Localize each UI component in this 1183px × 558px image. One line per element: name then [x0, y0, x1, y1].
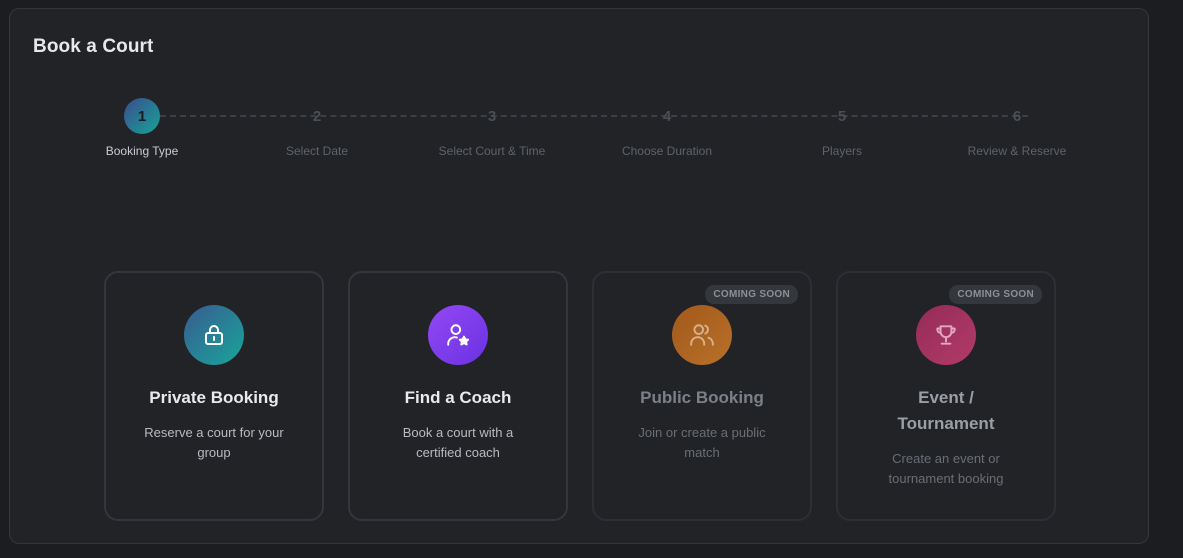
trophy-icon	[916, 305, 976, 365]
private-booking-card[interactable]: Private Booking Reserve a court for your…	[104, 271, 324, 521]
card-title: Private Booking	[149, 388, 279, 407]
card-description: Create an event or tournament booking	[888, 451, 1004, 486]
card-description: Book a court with a certified coach	[402, 425, 514, 460]
step-label: Select Date	[285, 144, 349, 158]
step-label: Choose Duration	[621, 144, 713, 158]
users-icon	[672, 305, 732, 365]
event-tournament-card: COMING SOON Event / Tournament Create an…	[836, 271, 1056, 521]
step-review-reserve[interactable]: 6 Review & Reserve	[942, 98, 1092, 159]
card-description: Join or create a public match	[638, 425, 766, 460]
find-coach-card[interactable]: Find a Coach Book a court with a certifi…	[348, 271, 568, 521]
coach-icon	[428, 305, 488, 365]
step-number: 3	[487, 107, 497, 125]
step-players[interactable]: 5 Players	[767, 98, 917, 159]
step-label: Booking Type	[105, 144, 179, 158]
step-select-date[interactable]: 2 Select Date	[242, 98, 392, 159]
step-number: 6	[1012, 107, 1022, 125]
card-title: Public Booking	[640, 388, 764, 407]
step-number: 5	[837, 107, 847, 125]
step-select-court-time[interactable]: 3 Select Court & Time	[417, 98, 567, 159]
step-label: Select Court & Time	[438, 144, 546, 158]
step-booking-type[interactable]: 1 Booking Type	[67, 98, 217, 158]
step-number: 2	[312, 107, 322, 125]
step-label: Players	[821, 144, 862, 158]
step-number: 4	[662, 107, 672, 125]
step-number: 1	[124, 98, 160, 134]
lock-icon	[184, 305, 244, 365]
public-booking-card: COMING SOON Public Booking Join or creat…	[592, 271, 812, 521]
coming-soon-badge: COMING SOON	[949, 285, 1042, 304]
coming-soon-badge: COMING SOON	[705, 285, 798, 304]
booking-panel: Book a Court 1 Booking Type 2 Select Dat…	[9, 8, 1149, 544]
step-choose-duration[interactable]: 4 Choose Duration	[592, 98, 742, 159]
booking-stepper: 1 Booking Type 2 Select Date 3 Select Co…	[10, 9, 1148, 209]
card-description: Reserve a court for your group	[144, 425, 284, 460]
card-title: Find a Coach	[404, 388, 512, 407]
step-label: Review & Reserve	[967, 144, 1067, 158]
card-title: Event / Tournament	[897, 388, 995, 433]
